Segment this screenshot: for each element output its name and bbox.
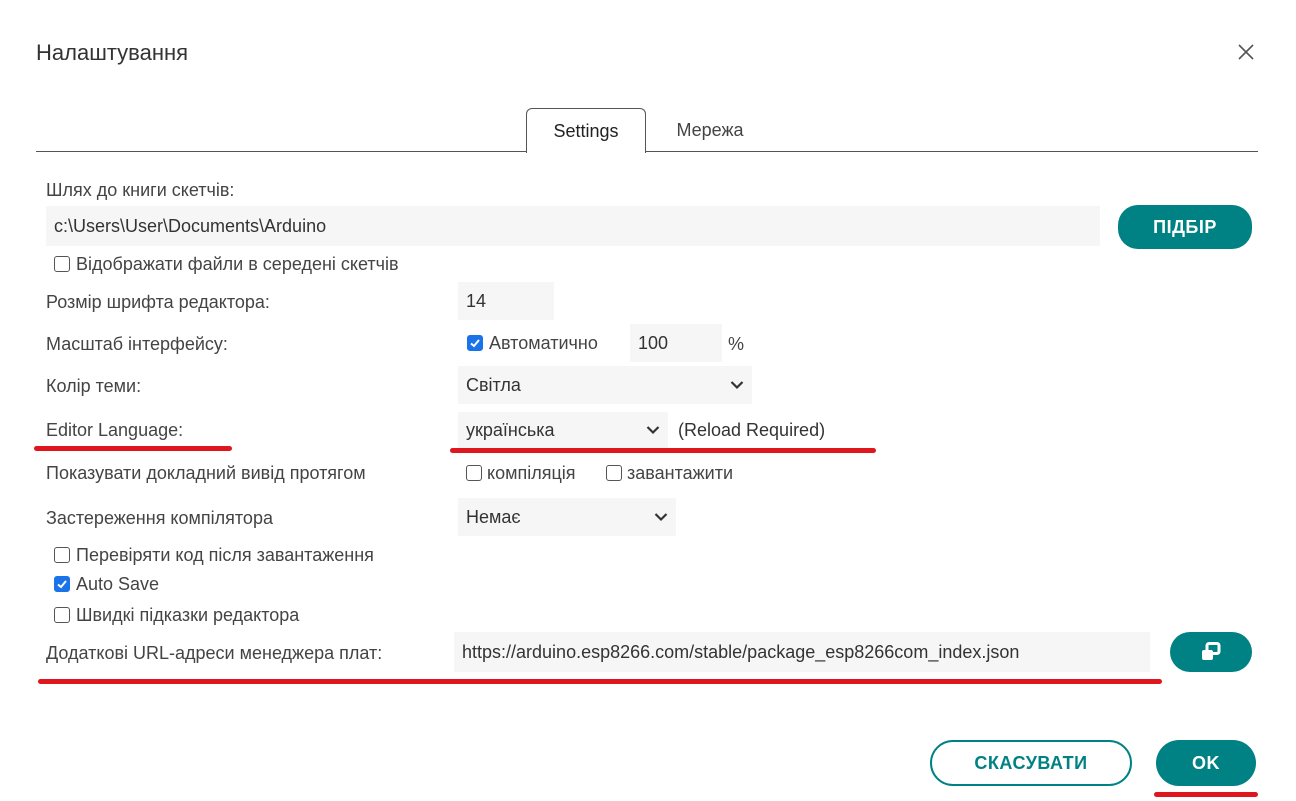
cancel-button[interactable]: СКАСУВАТИ — [930, 740, 1132, 786]
scale-label: Масштаб інтерфейсу: — [46, 334, 228, 354]
scale-unit: % — [728, 334, 745, 354]
warnings-label: Застереження компілятора — [46, 508, 273, 528]
theme-select-value: Світла — [466, 374, 521, 395]
chevron-down-icon — [654, 513, 668, 522]
annotation-underline-ok — [1154, 792, 1258, 797]
sketchbook-path-input[interactable] — [46, 206, 1100, 246]
close-icon[interactable] — [1234, 40, 1258, 64]
chevron-down-icon — [646, 426, 660, 435]
autosave-label: Auto Save — [76, 574, 160, 594]
verbose-compile-label: компіляція — [487, 463, 576, 483]
quick-hints-checkbox[interactable] — [54, 607, 70, 623]
verbose-compile-checkbox[interactable] — [466, 465, 482, 481]
warnings-select-value: Немає — [466, 506, 521, 527]
show-files-checkbox[interactable] — [54, 256, 70, 272]
language-select-value: українська — [466, 419, 555, 440]
warnings-select[interactable]: Немає — [458, 498, 676, 536]
check-icon — [57, 580, 67, 589]
theme-select[interactable]: Світла — [458, 366, 752, 404]
language-select[interactable]: українська — [458, 412, 668, 448]
sketchbook-label: Шлях до книги скетчів: — [46, 180, 235, 200]
autosave-checkbox[interactable] — [54, 576, 70, 592]
browse-button[interactable]: ПІДБІР — [1118, 205, 1252, 249]
ok-button[interactable]: OK — [1156, 740, 1256, 786]
quick-hints-label: Швидкі підказки редактора — [76, 605, 300, 625]
tab-divider — [36, 151, 1258, 152]
board-urls-label: Додаткові URL-адреси менеджера плат: — [46, 643, 383, 663]
show-files-label: Відображати файли в середені скетчів — [76, 254, 399, 274]
window-stack-icon — [1202, 642, 1221, 660]
dialog-title: Налаштування — [36, 40, 189, 65]
annotation-underline-language-label — [34, 446, 232, 451]
scale-value-input[interactable] — [630, 324, 722, 362]
font-size-input[interactable] — [458, 282, 554, 320]
verbose-upload-label: завантажити — [627, 463, 734, 483]
verify-label: Перевіряти код після завантаження — [76, 545, 374, 565]
language-reload-note: (Reload Required) — [678, 420, 826, 440]
check-icon — [470, 339, 480, 348]
board-urls-input[interactable] — [454, 632, 1150, 672]
verbose-upload-checkbox[interactable] — [606, 465, 622, 481]
font-size-label: Розмір шрифта редактора: — [46, 292, 270, 312]
verify-checkbox[interactable] — [54, 547, 70, 563]
tab-network[interactable]: Мережа — [660, 108, 760, 152]
language-label: Editor Language: — [46, 420, 184, 440]
scale-auto-label: Автоматично — [489, 333, 598, 353]
verbose-label: Показувати докладний вивід протягом — [46, 463, 366, 483]
theme-label: Колір теми: — [46, 376, 142, 396]
chevron-down-icon — [730, 381, 744, 390]
edit-urls-button[interactable] — [1170, 632, 1252, 672]
annotation-underline-board-urls — [38, 679, 1162, 684]
scale-auto-checkbox[interactable] — [467, 335, 483, 351]
annotation-underline-language-select — [450, 448, 876, 453]
tab-settings[interactable]: Settings — [526, 108, 646, 153]
